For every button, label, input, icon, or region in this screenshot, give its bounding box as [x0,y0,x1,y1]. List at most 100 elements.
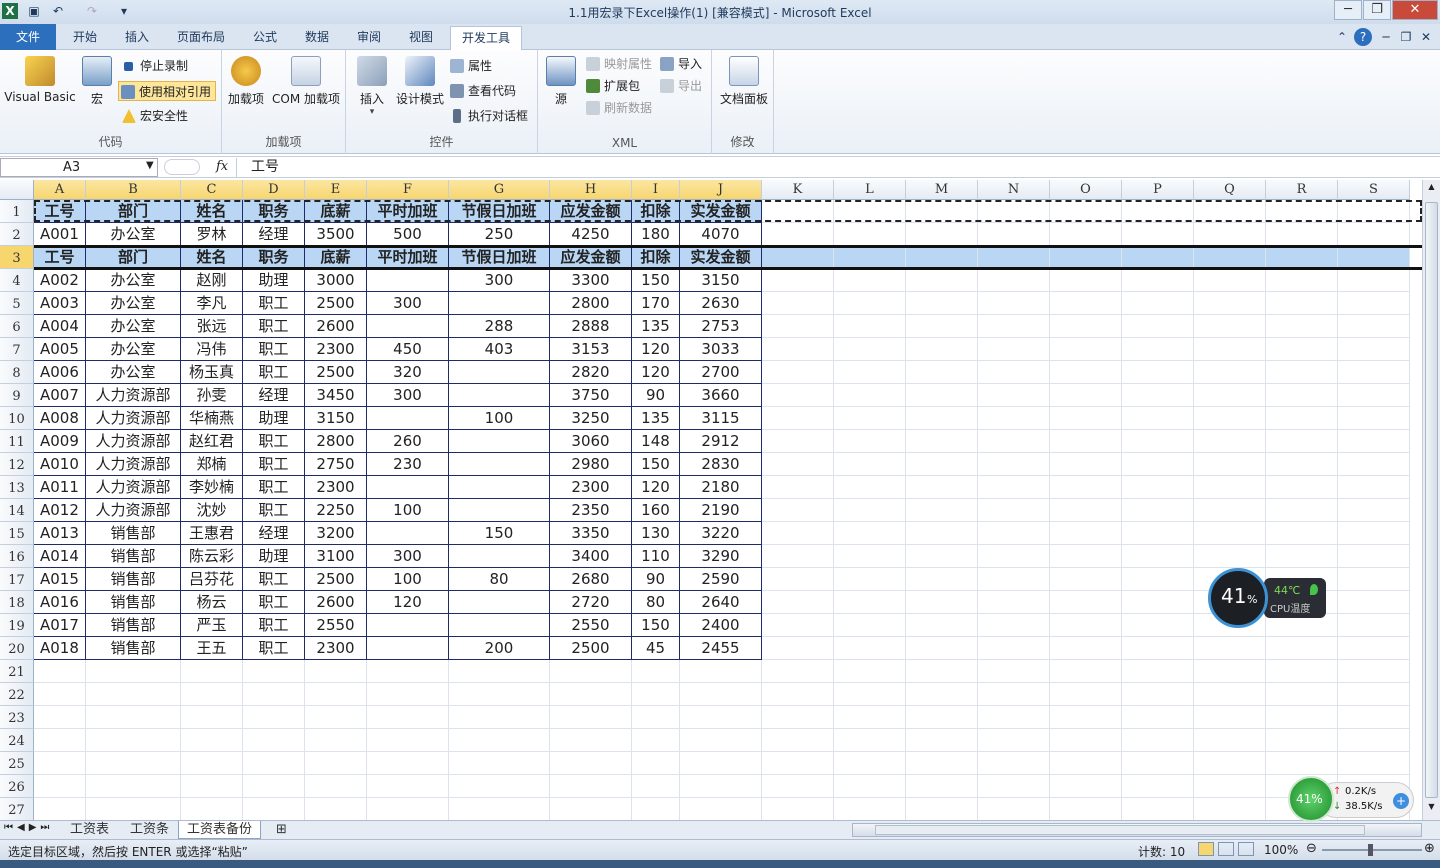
doc-minimize-icon[interactable]: ─ [1378,26,1394,50]
column-header-p[interactable]: P [1122,180,1194,200]
empty-cell[interactable] [181,729,243,752]
empty-cell[interactable] [305,752,367,775]
table-cell[interactable]: 职工 [243,292,305,315]
header-cell[interactable]: 职务 [243,200,305,223]
empty-cell[interactable] [1266,430,1338,453]
empty-cell[interactable] [34,683,86,706]
table-cell[interactable]: 2720 [550,591,632,614]
empty-cell[interactable] [906,338,978,361]
table-cell[interactable]: 3350 [550,522,632,545]
empty-cell[interactable] [86,775,181,798]
empty-cell[interactable] [762,384,834,407]
table-cell[interactable]: 180 [632,223,680,246]
empty-cell[interactable] [834,706,906,729]
empty-cell[interactable] [34,775,86,798]
empty-cell[interactable] [1050,361,1122,384]
table-cell[interactable]: 300 [367,545,449,568]
table-cell[interactable]: 人力资源部 [86,430,181,453]
empty-cell[interactable] [1050,246,1122,269]
empty-cell[interactable] [1266,545,1338,568]
empty-cell[interactable] [243,798,305,820]
empty-cell[interactable] [1122,269,1194,292]
visual-basic-button[interactable]: Visual Basic [4,56,76,104]
empty-cell[interactable] [1122,729,1194,752]
empty-cell[interactable] [632,798,680,820]
table-cell[interactable]: 120 [367,591,449,614]
add-icon[interactable]: + [1393,793,1409,809]
zoom-in-icon[interactable]: ⊕ [1424,841,1435,856]
table-cell[interactable]: 人力资源部 [86,384,181,407]
table-cell[interactable]: 120 [632,338,680,361]
table-cell[interactable]: 300 [367,292,449,315]
column-header-k[interactable]: K [762,180,834,200]
empty-cell[interactable] [550,706,632,729]
empty-cell[interactable] [834,798,906,820]
row-header-11[interactable]: 11 [0,430,34,453]
empty-cell[interactable] [762,522,834,545]
empty-cell[interactable] [181,752,243,775]
header-cell[interactable]: 平时加班 [367,246,449,269]
empty-cell[interactable] [181,798,243,820]
empty-cell[interactable] [1122,361,1194,384]
empty-cell[interactable] [762,223,834,246]
table-cell[interactable]: 2680 [550,568,632,591]
table-cell[interactable] [367,407,449,430]
maximize-button[interactable]: ❐ [1363,0,1391,20]
table-cell[interactable]: 130 [632,522,680,545]
table-cell[interactable]: 销售部 [86,545,181,568]
header-cell[interactable]: 扣除 [632,200,680,223]
empty-cell[interactable] [1050,775,1122,798]
column-header-d[interactable]: D [243,180,305,200]
empty-cell[interactable] [906,200,978,223]
table-cell[interactable]: 3500 [305,223,367,246]
table-cell[interactable]: 2300 [305,338,367,361]
insert-control-button[interactable]: 插入 ▾ [352,56,392,117]
properties-button[interactable]: 属性 [448,56,492,76]
table-cell[interactable] [449,292,550,315]
row-header-3[interactable]: 3 [0,246,34,269]
table-cell[interactable]: 170 [632,292,680,315]
use-relative-references-button[interactable]: 使用相对引用 [118,81,217,101]
table-cell[interactable]: 3250 [550,407,632,430]
empty-cell[interactable] [367,798,449,820]
table-cell[interactable]: 4250 [550,223,632,246]
table-cell[interactable]: 2250 [305,499,367,522]
empty-cell[interactable] [1266,637,1338,660]
empty-cell[interactable] [632,752,680,775]
empty-cell[interactable] [762,430,834,453]
empty-cell[interactable] [1122,568,1194,591]
empty-cell[interactable] [906,637,978,660]
empty-cell[interactable] [1266,246,1338,269]
select-all-button[interactable] [0,180,34,200]
row-header-23[interactable]: 23 [0,706,34,729]
header-cell[interactable]: 部门 [86,200,181,223]
table-cell[interactable]: A017 [34,614,86,637]
empty-cell[interactable] [1194,338,1266,361]
empty-cell[interactable] [305,798,367,820]
empty-cell[interactable] [1338,361,1410,384]
table-cell[interactable]: 3000 [305,269,367,292]
table-cell[interactable]: 150 [632,453,680,476]
table-cell[interactable]: 赵刚 [181,269,243,292]
row-header-17[interactable]: 17 [0,568,34,591]
empty-cell[interactable] [834,200,906,223]
table-cell[interactable]: 100 [367,568,449,591]
view-code-button[interactable]: 查看代码 [448,81,516,101]
empty-cell[interactable] [243,683,305,706]
table-cell[interactable]: 2640 [680,591,762,614]
empty-cell[interactable] [762,706,834,729]
empty-cell[interactable] [978,246,1050,269]
empty-cell[interactable] [1194,430,1266,453]
table-cell[interactable]: 160 [632,499,680,522]
empty-cell[interactable] [834,361,906,384]
empty-cell[interactable] [1050,545,1122,568]
tab-review[interactable]: 审阅 [346,26,392,50]
table-cell[interactable]: 办公室 [86,223,181,246]
empty-cell[interactable] [1266,729,1338,752]
table-cell[interactable]: 3033 [680,338,762,361]
empty-cell[interactable] [906,499,978,522]
header-cell[interactable]: 工号 [34,246,86,269]
row-header-1[interactable]: 1 [0,200,34,223]
empty-cell[interactable] [834,683,906,706]
empty-cell[interactable] [834,384,906,407]
